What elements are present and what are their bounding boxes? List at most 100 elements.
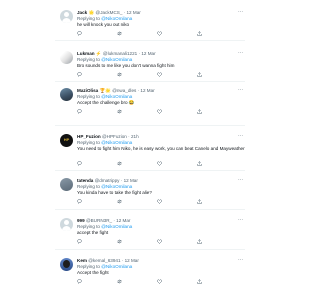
badge-emoji: ⚡	[95, 51, 102, 56]
author-name[interactable]: Kem	[77, 258, 87, 263]
reply-icon[interactable]	[77, 199, 82, 204]
replying-to-label: Replying to	[77, 57, 100, 62]
tweet-text: Bro sounds to me like you don't wanna fi…	[77, 63, 175, 68]
tweet-date[interactable]: 12 Mar	[125, 258, 139, 263]
share-icon[interactable]	[197, 31, 202, 36]
author-handle[interactable]: @HPFuzion	[102, 134, 127, 139]
mention-link[interactable]: @NikoOmilana	[101, 140, 132, 145]
tweet-date[interactable]: 12 Mar	[124, 178, 138, 183]
replying-to-label: Replying to	[77, 224, 100, 229]
share-icon[interactable]	[197, 239, 202, 244]
divider	[55, 81, 245, 82]
more-icon[interactable]: ···	[238, 134, 243, 139]
divider	[55, 125, 245, 126]
mention-link[interactable]: @NikoOmilana	[101, 264, 132, 269]
badge-emoji: 🌟	[88, 10, 95, 15]
heart-icon[interactable]	[157, 279, 162, 284]
tweet-date[interactable]: 12 Mar	[140, 88, 154, 93]
retweet-icon[interactable]	[117, 161, 122, 166]
avatar[interactable]	[60, 258, 73, 271]
avatar[interactable]	[60, 10, 73, 23]
retweet-icon[interactable]	[117, 279, 122, 284]
author-handle[interactable]: @lukmanali1221	[103, 51, 137, 56]
tweet-actions	[77, 109, 247, 115]
tweet-actions	[77, 72, 247, 78]
tweet-text: accept the fight	[77, 230, 109, 235]
share-icon[interactable]	[197, 279, 202, 284]
share-icon[interactable]	[197, 199, 202, 204]
replying-to-label: Replying to	[77, 94, 100, 99]
author-name[interactable]: HP_Fuzion	[77, 134, 101, 139]
retweet-icon[interactable]	[117, 72, 122, 77]
author-name[interactable]: MaziOlisa	[77, 88, 98, 93]
mention-link[interactable]: @NikoOmilana	[101, 16, 132, 21]
reply-icon[interactable]	[77, 72, 82, 77]
tweet-text: You kinda have to take the fight alie?	[77, 190, 152, 195]
author-name[interactable]: Lukman	[77, 51, 95, 56]
author-name[interactable]: tatenda	[77, 178, 93, 183]
heart-icon[interactable]	[157, 72, 162, 77]
mention-link[interactable]: @NikoOmilana	[101, 184, 132, 189]
share-icon[interactable]	[197, 109, 202, 114]
replying-to-label: Replying to	[77, 184, 100, 189]
heart-icon[interactable]	[157, 161, 162, 166]
divider	[55, 170, 245, 171]
author-name[interactable]: 999	[77, 218, 85, 223]
reply-icon[interactable]	[77, 161, 82, 166]
more-icon[interactable]: ···	[238, 258, 243, 263]
reply-icon[interactable]	[77, 239, 82, 244]
share-icon[interactable]	[197, 161, 202, 166]
avatar[interactable]	[60, 218, 73, 231]
retweet-icon[interactable]	[117, 31, 122, 36]
divider	[55, 249, 245, 250]
more-icon[interactable]: ···	[238, 51, 243, 56]
heart-icon[interactable]	[157, 239, 162, 244]
tweet-actions	[77, 161, 247, 167]
badge-emoji: 🏆🌟	[99, 88, 111, 93]
retweet-icon[interactable]	[117, 239, 122, 244]
replying-to-label: Replying to	[77, 16, 100, 21]
tweet-actions	[77, 199, 247, 205]
avatar[interactable]	[60, 51, 73, 64]
tweet-text: Accept the fight	[77, 270, 109, 275]
tweet-date[interactable]: 12 Mar	[127, 10, 141, 15]
share-icon[interactable]	[197, 72, 202, 77]
heart-icon[interactable]	[157, 199, 162, 204]
tweet-actions	[77, 31, 247, 37]
divider	[55, 209, 245, 210]
more-icon[interactable]: ···	[238, 218, 243, 223]
tweet-actions	[77, 279, 247, 285]
replying-to-label: Replying to	[77, 264, 100, 269]
avatar[interactable]: HP	[60, 134, 73, 147]
author-handle[interactable]: @JackMCS_	[96, 10, 123, 15]
mention-link[interactable]: @NikoOmilana	[101, 94, 132, 99]
replying-to-label: Replying to	[77, 140, 100, 145]
tweet-date[interactable]: 12 Mar	[116, 218, 130, 223]
tweet-actions	[77, 239, 247, 245]
reply-icon[interactable]	[77, 279, 82, 284]
heart-icon[interactable]	[157, 109, 162, 114]
divider	[55, 40, 245, 41]
tweet-text: You need to fight him Niko, he is easy w…	[77, 146, 245, 151]
retweet-icon[interactable]	[117, 199, 122, 204]
author-handle[interactable]: @kemal_63941	[88, 258, 120, 263]
more-icon[interactable]: ···	[238, 10, 243, 15]
mention-link[interactable]: @NikoOmilana	[101, 224, 132, 229]
retweet-icon[interactable]	[117, 109, 122, 114]
tweet-date[interactable]: 21h	[131, 134, 139, 139]
reply-icon[interactable]	[77, 109, 82, 114]
author-name[interactable]: Jack	[77, 10, 87, 15]
author-handle[interactable]: @BURN3R_	[86, 218, 112, 223]
author-handle[interactable]: @dmatrippy	[95, 178, 120, 183]
tweet-text: Accept the challenge bro 😂	[77, 100, 135, 105]
avatar[interactable]	[60, 178, 73, 191]
avatar[interactable]	[60, 88, 73, 101]
mention-link[interactable]: @NikoOmilana	[101, 57, 132, 62]
more-icon[interactable]: ···	[238, 88, 243, 93]
author-handle[interactable]: @nwa_dles	[112, 88, 136, 93]
reply-icon[interactable]	[77, 31, 82, 36]
avatar-logo-text: HP	[63, 137, 70, 142]
heart-icon[interactable]	[157, 31, 162, 36]
tweet-date[interactable]: 12 Mar	[141, 51, 155, 56]
more-icon[interactable]: ···	[238, 178, 243, 183]
